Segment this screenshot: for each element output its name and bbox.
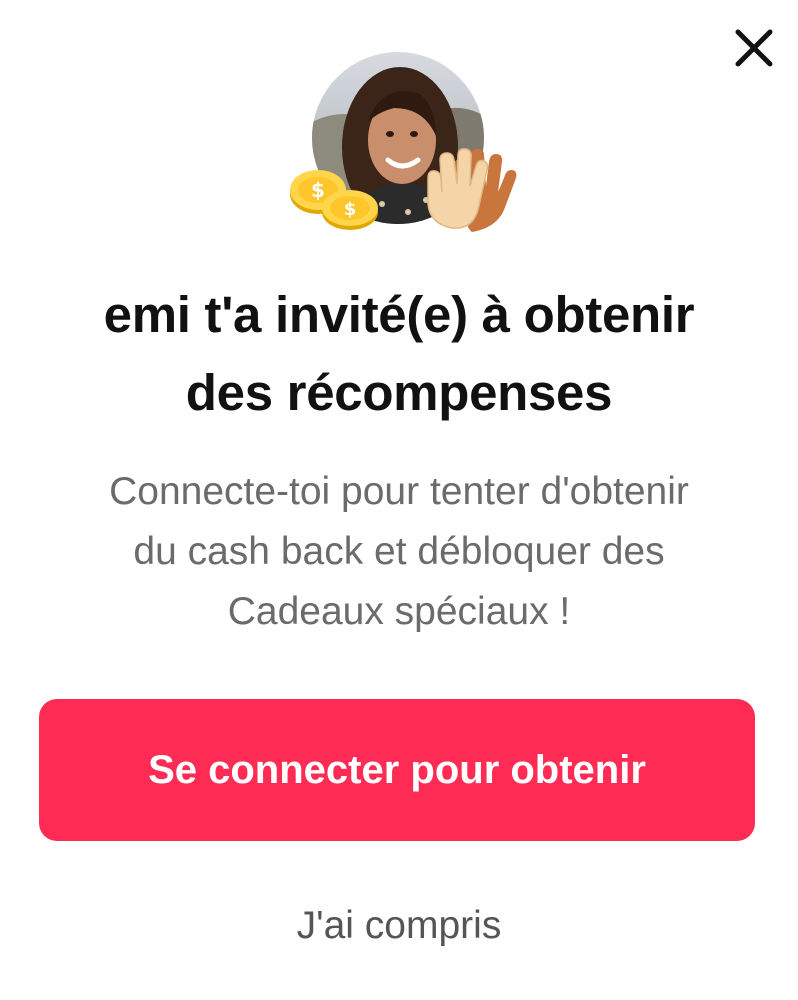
title-line-1: emi t'a invité(e) à obtenir bbox=[103, 286, 695, 343]
hero-illustration: $ $ bbox=[284, 48, 524, 233]
login-to-get-button[interactable]: Se connecter pour obtenir bbox=[39, 699, 755, 841]
modal-title: emi t'a invité(e) à obtenir des récompen… bbox=[0, 276, 798, 432]
modal-description: Connecte-toi pour tenter d'obtenir du ca… bbox=[0, 462, 798, 642]
close-icon bbox=[735, 29, 773, 67]
description-line-2: du cash back et débloquer des bbox=[133, 530, 665, 573]
title-line-2: des récompenses bbox=[185, 364, 613, 421]
close-button[interactable] bbox=[728, 22, 780, 74]
description-line-3: Cadeaux spéciaux ! bbox=[227, 590, 571, 633]
got-it-button[interactable]: J'ai compris bbox=[0, 895, 798, 957]
rewards-invite-modal: $ $ emi t'a invité(e) à obtenir des réco… bbox=[0, 0, 798, 1000]
high-five-icon bbox=[426, 148, 520, 234]
coins-icon: $ $ bbox=[284, 166, 384, 232]
svg-text:$: $ bbox=[344, 199, 357, 220]
svg-text:$: $ bbox=[311, 178, 325, 202]
description-line-1: Connecte-toi pour tenter d'obtenir bbox=[109, 470, 689, 513]
